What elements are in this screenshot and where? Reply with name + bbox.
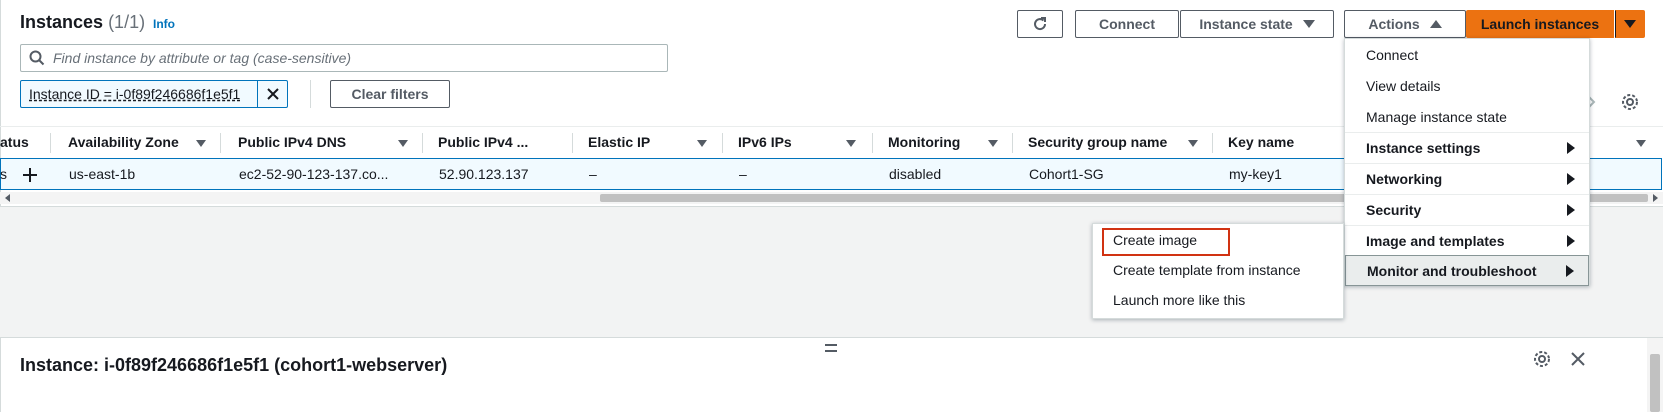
drag-handle-icon[interactable] <box>825 344 837 352</box>
menu-item-connect[interactable]: Connect <box>1345 39 1589 70</box>
sort-icon[interactable] <box>398 140 408 147</box>
search-input[interactable]: Find instance by attribute or tag (case-… <box>20 44 668 72</box>
chevron-down-icon <box>1624 20 1636 28</box>
chevron-right-icon <box>1567 141 1575 154</box>
menu-item-label: Security <box>1366 201 1422 218</box>
column-header-status[interactable]: atus <box>0 134 29 150</box>
column-header-ipv4[interactable]: Public IPv4 ... <box>438 134 528 150</box>
title-text: Instances <box>20 12 104 32</box>
chevron-down-icon <box>1302 20 1315 28</box>
chevron-right-icon <box>1566 264 1574 277</box>
instance-state-label: Instance state <box>1199 16 1293 32</box>
instance-state-button[interactable]: Instance state <box>1180 10 1334 38</box>
chevron-right-icon <box>1567 203 1575 216</box>
search-icon <box>29 50 45 66</box>
close-icon <box>266 88 279 100</box>
instance-count: (1/1) <box>108 12 146 32</box>
launch-instances-button[interactable]: Launch instances <box>1466 10 1614 38</box>
actions-menu: Connect View details Manage instance sta… <box>1344 38 1590 286</box>
refresh-icon <box>1034 17 1047 31</box>
cell-dns: ec2-52-90-123-137.co... <box>239 166 389 182</box>
column-divider <box>1212 133 1213 153</box>
menu-item-monitor-and-troubleshoot[interactable]: Monitor and troubleshoot <box>1345 255 1589 286</box>
cell-az: us-east-1b <box>69 166 136 182</box>
menu-item-label: Networking <box>1366 170 1443 187</box>
column-divider <box>722 133 723 153</box>
close-icon[interactable] <box>1570 351 1586 367</box>
launch-label: Launch instances <box>1480 16 1600 32</box>
sort-icon[interactable] <box>1636 140 1646 147</box>
menu-item-label: Monitor and troubleshoot <box>1367 262 1537 279</box>
actions-label: Actions <box>1368 16 1420 32</box>
filter-token-label: Instance ID = i-0f89f246686f1e5f1 <box>29 86 241 102</box>
cell-ipv6: – <box>739 166 747 182</box>
divider <box>310 80 311 108</box>
menu-item-label: View details <box>1366 77 1441 94</box>
clear-filters-button[interactable]: Clear filters <box>330 80 450 108</box>
column-divider <box>872 133 873 153</box>
column-divider <box>50 133 51 153</box>
column-header-monitoring[interactable]: Monitoring <box>888 134 960 150</box>
sort-icon[interactable] <box>196 140 206 147</box>
connect-label: Connect <box>1099 16 1155 32</box>
submenu-item-create-template[interactable]: Create template from instance <box>1113 262 1301 278</box>
detail-title: Instance: i-0f89f246686f1e5f1 (cohort1-w… <box>20 355 448 375</box>
scroll-right-icon[interactable] <box>1651 194 1659 202</box>
menu-item-view-details[interactable]: View details <box>1345 70 1589 101</box>
sort-icon[interactable] <box>988 140 998 147</box>
sort-icon[interactable] <box>846 140 856 147</box>
zoom-in-icon[interactable] <box>23 168 37 182</box>
column-header-dns[interactable]: Public IPv4 DNS <box>238 134 346 150</box>
launch-dropdown-button[interactable] <box>1615 10 1645 38</box>
split-panel-divider[interactable] <box>0 337 1663 338</box>
connect-button[interactable]: Connect <box>1075 10 1179 38</box>
column-divider <box>422 133 423 153</box>
column-divider <box>1012 133 1013 153</box>
menu-item-image-and-templates[interactable]: Image and templates <box>1345 225 1589 256</box>
scrollbar-thumb[interactable] <box>1650 354 1660 412</box>
menu-item-label: Image and templates <box>1366 232 1505 249</box>
cell-elastic-ip: – <box>589 166 597 182</box>
cell-ipv4: 52.90.123.137 <box>439 166 529 182</box>
page-title: Instances (1/1) <box>20 12 145 33</box>
gear-icon[interactable] <box>1621 93 1639 111</box>
column-header-sg[interactable]: Security group name <box>1028 134 1167 150</box>
refresh-button[interactable] <box>1017 10 1063 38</box>
filter-token[interactable]: Instance ID = i-0f89f246686f1e5f1 <box>20 80 288 108</box>
column-header-az[interactable]: Availability Zone <box>68 134 179 150</box>
remove-filter-button[interactable] <box>257 81 287 107</box>
submenu-item-launch-more[interactable]: Launch more like this <box>1113 292 1245 308</box>
sort-icon[interactable] <box>1188 140 1198 147</box>
menu-item-label: Manage instance state <box>1366 108 1507 125</box>
sort-icon[interactable] <box>697 140 707 147</box>
menu-item-manage-instance-state[interactable]: Manage instance state <box>1345 101 1589 132</box>
column-header-ipv6[interactable]: IPv6 IPs <box>738 134 792 150</box>
column-header-key[interactable]: Key name <box>1228 134 1294 150</box>
info-link[interactable]: Info <box>153 17 175 31</box>
chevron-right-icon <box>1567 172 1575 185</box>
highlight-box <box>1102 228 1230 256</box>
search-placeholder: Find instance by attribute or tag (case-… <box>53 50 352 66</box>
cell-monitoring: disabled <box>889 166 942 182</box>
menu-item-label: Instance settings <box>1366 139 1481 156</box>
gear-icon[interactable] <box>1533 350 1551 368</box>
menu-item-security[interactable]: Security <box>1345 194 1589 225</box>
chevron-right-icon <box>1567 234 1575 247</box>
chevron-up-icon <box>1429 20 1442 28</box>
scroll-left-icon[interactable] <box>4 194 12 202</box>
actions-button[interactable]: Actions <box>1344 10 1466 38</box>
menu-item-networking[interactable]: Networking <box>1345 163 1589 194</box>
cell-status: s <box>0 166 7 182</box>
cell-sg: Cohort1-SG <box>1029 166 1104 182</box>
column-header-elastic-ip[interactable]: Elastic IP <box>588 134 650 150</box>
column-divider <box>572 133 573 153</box>
menu-item-label: Connect <box>1366 46 1419 63</box>
cell-key: my-key1 <box>1229 166 1282 182</box>
column-divider <box>220 133 221 153</box>
menu-item-instance-settings[interactable]: Instance settings <box>1345 132 1589 163</box>
